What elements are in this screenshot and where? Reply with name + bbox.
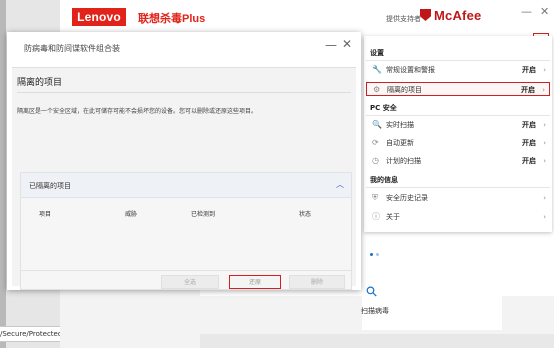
chevron-right-icon: › — [543, 213, 546, 221]
menu-item-label: 关于 — [386, 213, 400, 221]
page-title: 隔离的项目 — [17, 78, 63, 88]
column-header-status: 状态 — [299, 211, 312, 218]
menu-item-about[interactable]: ⓘ 关于 › — [366, 210, 550, 224]
dialog-close-button[interactable]: ✕ — [342, 37, 352, 51]
heading-divider — [17, 92, 351, 93]
scan-virus-label[interactable]: 扫描病毒 — [361, 306, 389, 316]
list-title: 已隔离的项目 — [29, 182, 71, 190]
info-icon: ⓘ — [372, 212, 380, 221]
provided-by-text: 提供支持者 — [386, 15, 421, 23]
lenovo-logo: Lenovo — [72, 8, 126, 26]
menu-item-label: 自动更新 — [386, 139, 414, 147]
column-header-detected: 已检测到 — [191, 211, 216, 218]
menu-divider — [366, 187, 550, 188]
restore-button[interactable]: 还原 — [229, 275, 281, 289]
menu-item-general-settings[interactable]: 🔧 常规设置和警报 开启 › — [366, 63, 550, 77]
menu-item-label: 计划的扫描 — [386, 157, 421, 165]
menu-item-scheduled-scan[interactable]: ◷ 计划的扫描 开启 › — [366, 154, 550, 168]
carousel-dots[interactable] — [370, 241, 382, 260]
menu-item-status: 开启 — [522, 139, 536, 147]
calendar-icon: ◷ — [372, 156, 379, 165]
dialog-minimize-button[interactable]: — — [325, 38, 337, 52]
app-header: Lenovo 联想杀毒Plus 提供支持者 McAfee — ✕ — [60, 0, 554, 36]
column-header-item: 项目 — [39, 211, 52, 218]
search-icon: 🔍 — [372, 120, 382, 129]
menu-section-my-info: 我的信息 — [370, 176, 398, 184]
chevron-right-icon: › — [543, 194, 546, 202]
quarantine-dialog: 防病毒和防间谍软件组合装 — ✕ 隔离的项目 隔离区是一个安全区域，在此可储存可… — [7, 32, 361, 290]
bottom-bar — [200, 334, 554, 348]
menu-item-realtime-scan[interactable]: 🔍 实时扫描 开启 › — [366, 118, 550, 132]
menu-item-status: 开启 — [522, 121, 536, 129]
quarantine-icon: ⚙ — [373, 85, 381, 94]
chevron-right-icon: › — [543, 121, 546, 129]
scan-virus-card[interactable] — [362, 270, 502, 330]
menu-section-pc-security: PC 安全 — [370, 104, 397, 112]
menu-item-status: 开启 — [521, 86, 535, 94]
quarantined-items-list: 已隔离的项目 ︿ 项目 威胁 已检测到 状态 全选 还原 删除 — [20, 172, 352, 290]
column-header-threat: 威胁 — [125, 211, 138, 218]
menu-item-auto-update[interactable]: ⟳ 自动更新 开启 › — [366, 136, 550, 150]
menu-section-settings: 设置 — [370, 49, 384, 57]
menu-item-status: 开启 — [522, 66, 536, 74]
chevron-right-icon: › — [543, 139, 546, 147]
menu-divider — [366, 115, 550, 116]
chevron-right-icon: › — [543, 157, 546, 165]
panel-description: 隔离区是一个安全区域，在此可储存可能不会损坏您的设备。您可以删除或还原这些项目。 — [17, 108, 258, 115]
refresh-icon: ⟳ — [372, 138, 379, 147]
wrench-icon: 🔧 — [372, 65, 382, 74]
shield-icon: ⛨ — [372, 193, 378, 202]
menu-item-status: 开启 — [522, 157, 536, 165]
menu-item-label: 隔离的项目 — [387, 86, 422, 94]
mcafee-wordmark: McAfee — [434, 8, 482, 23]
mcafee-logo: McAfee — [420, 8, 481, 23]
delete-button[interactable]: 删除 — [289, 275, 345, 289]
settings-menu: 设置 🔧 常规设置和警报 开启 › ⚙ 隔离的项目 开启 › PC 安全 🔍 实… — [364, 36, 552, 232]
product-name: 联想杀毒Plus — [138, 13, 206, 25]
menu-item-label: 安全历史记录 — [386, 194, 428, 202]
carousel-dot-active[interactable] — [370, 253, 373, 256]
chevron-up-icon[interactable]: ︿ — [336, 179, 344, 190]
carousel-dot[interactable] — [376, 253, 379, 256]
select-all-button[interactable]: 全选 — [161, 275, 219, 289]
window-close-button[interactable]: ✕ — [540, 5, 549, 18]
dialog-title: 防病毒和防间谍软件组合装 — [24, 44, 120, 53]
menu-item-label: 实时扫描 — [386, 121, 414, 129]
menu-item-label: 常规设置和警报 — [386, 66, 435, 74]
menu-item-quarantined[interactable]: ⚙ 隔离的项目 开启 › — [366, 82, 550, 96]
chevron-right-icon: › — [543, 66, 546, 74]
browser-edge-strip — [0, 0, 6, 348]
chevron-right-icon: › — [542, 86, 545, 94]
window-minimize-button[interactable]: — — [521, 5, 532, 18]
menu-item-security-history[interactable]: ⛨ 安全历史记录 › — [366, 191, 550, 205]
list-header[interactable]: 已隔离的项目 ︿ — [21, 173, 351, 198]
address-path[interactable]: /Secure/Protected/Dash — [0, 326, 60, 342]
mcafee-shield-icon — [420, 9, 431, 21]
menu-divider — [366, 60, 550, 61]
